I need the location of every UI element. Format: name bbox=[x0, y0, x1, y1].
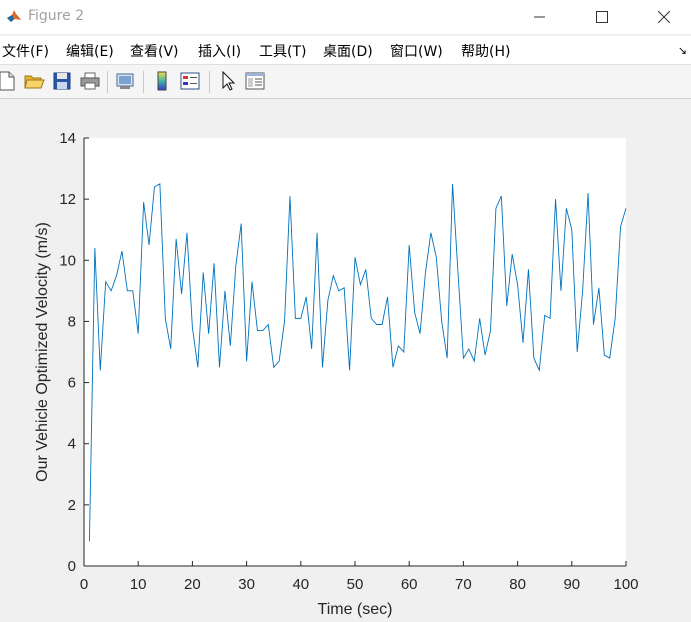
maximize-button[interactable] bbox=[579, 2, 625, 32]
property-editor-button[interactable] bbox=[244, 70, 266, 92]
x-tick-label: 50 bbox=[347, 576, 364, 593]
close-button[interactable] bbox=[641, 2, 687, 32]
minimize-icon bbox=[534, 16, 545, 18]
x-tick-label: 100 bbox=[613, 576, 638, 593]
menu-file[interactable]: 文件(F) bbox=[2, 41, 49, 61]
property-editor-icon bbox=[245, 72, 265, 90]
x-tick-label: 70 bbox=[455, 576, 472, 593]
menu-edit[interactable]: 编辑(E) bbox=[66, 41, 114, 61]
insert-legend-button[interactable] bbox=[179, 70, 201, 92]
y-tick-label: 14 bbox=[59, 130, 76, 147]
line-chart[interactable]: 0 10 20 30 40 50 60 70 80 90 100 0 2 4 6 8 10 12 14 Time (… bbox=[0, 98, 691, 622]
pointer-icon bbox=[222, 70, 236, 91]
x-tick-label: 80 bbox=[509, 576, 526, 593]
open-file-button[interactable] bbox=[23, 70, 45, 92]
y-tick-label: 4 bbox=[68, 436, 76, 453]
legend-icon bbox=[180, 72, 200, 90]
axes-background bbox=[84, 138, 626, 566]
new-figure-button[interactable] bbox=[0, 70, 18, 92]
x-tick-label: 30 bbox=[238, 576, 255, 593]
print-preview-button[interactable] bbox=[114, 70, 136, 92]
menu-bar: 文件(F) 编辑(E) 查看(V) 插入(I) 工具(T) 桌面(D) 窗口(W… bbox=[0, 36, 691, 64]
menu-tools[interactable]: 工具(T) bbox=[259, 41, 306, 61]
y-tick-label: 12 bbox=[59, 191, 76, 208]
figure-canvas: 0 10 20 30 40 50 60 70 80 90 100 0 2 4 6 8 10 12 14 Time (… bbox=[0, 98, 691, 622]
x-tick-label: 40 bbox=[292, 576, 309, 593]
toolbar-separator bbox=[107, 71, 108, 93]
menu-window[interactable]: 窗口(W) bbox=[390, 41, 443, 61]
window-title: Figure 2 bbox=[28, 8, 85, 24]
menu-desktop[interactable]: 桌面(D) bbox=[323, 41, 373, 61]
x-tick-label: 10 bbox=[130, 576, 147, 593]
x-tick-label: 20 bbox=[184, 576, 201, 593]
x-tick-label: 90 bbox=[563, 576, 580, 593]
toolbar-separator bbox=[209, 71, 210, 93]
print-icon bbox=[80, 72, 100, 90]
x-tick-label: 0 bbox=[80, 576, 88, 593]
maximize-icon bbox=[596, 11, 608, 23]
toolbar-separator bbox=[143, 71, 144, 93]
open-file-icon bbox=[24, 75, 45, 89]
y-tick-label: 8 bbox=[68, 313, 76, 330]
colorbar-icon bbox=[157, 71, 167, 91]
menu-overflow-icon[interactable]: ↘ bbox=[678, 44, 687, 57]
menu-insert[interactable]: 插入(I) bbox=[198, 41, 241, 61]
close-icon bbox=[658, 11, 670, 23]
edit-plot-button[interactable] bbox=[217, 70, 239, 92]
menu-view[interactable]: 查看(V) bbox=[130, 41, 179, 61]
y-axis-label: Our Vehicle Optimized Velocity (m/s) bbox=[34, 222, 51, 482]
x-axis-label: Time (sec) bbox=[318, 601, 393, 618]
x-tick-label: 60 bbox=[401, 576, 418, 593]
title-bar: Figure 2 bbox=[0, 0, 691, 34]
print-button[interactable] bbox=[79, 70, 101, 92]
save-button[interactable] bbox=[51, 70, 73, 92]
y-tick-label: 10 bbox=[59, 252, 76, 269]
y-tick-label: 6 bbox=[68, 375, 76, 392]
figure-toolbar bbox=[0, 64, 691, 99]
menu-help[interactable]: 帮助(H) bbox=[461, 41, 510, 61]
y-tick-label: 2 bbox=[68, 497, 76, 514]
new-figure-icon bbox=[0, 71, 15, 91]
print-preview-icon bbox=[116, 73, 134, 89]
minimize-button[interactable] bbox=[517, 2, 563, 32]
y-tick-label: 0 bbox=[68, 558, 76, 575]
save-icon bbox=[53, 72, 71, 90]
insert-colorbar-button[interactable] bbox=[151, 70, 173, 92]
matlab-logo-icon bbox=[6, 8, 22, 24]
